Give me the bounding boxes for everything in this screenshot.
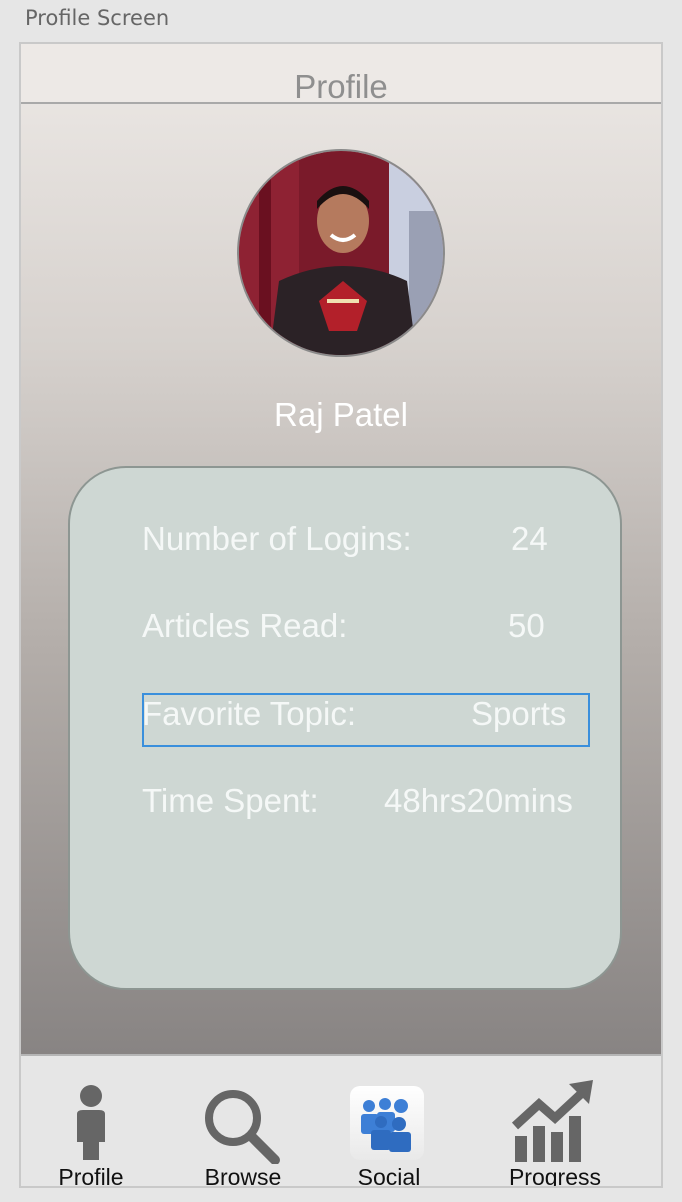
tab-profile[interactable]: Profile (41, 1056, 141, 1188)
person-icon (77, 1085, 105, 1160)
page-title: Profile (294, 68, 388, 105)
tab-label-profile: Profile (58, 1164, 124, 1188)
stat-label-articles: Articles Read: (142, 607, 348, 644)
people-group-icon (361, 1098, 411, 1152)
stat-value-logins: 24 (511, 520, 548, 557)
magnifier-icon (205, 1090, 280, 1164)
tab-bar: Profile Browse Social Progress (21, 1054, 661, 1186)
stat-label-logins: Number of Logins: (142, 520, 412, 557)
tab-progress[interactable]: Progress (497, 1056, 613, 1188)
tab-social[interactable]: Social (339, 1056, 439, 1188)
avatar[interactable] (237, 149, 445, 357)
tab-browse[interactable]: Browse (193, 1056, 293, 1188)
tab-label-browse: Browse (204, 1164, 282, 1188)
user-name: Raj Patel (274, 396, 408, 433)
navigation-bar: Profile (21, 44, 661, 105)
stat-label-time: Time Spent: (142, 782, 319, 819)
window-title: Profile Screen (25, 6, 170, 30)
stats-card: Number of Logins: 24 Articles Read: 50 F… (68, 466, 622, 990)
avatar-photo (239, 151, 443, 355)
tab-label-social: Social (357, 1164, 421, 1188)
stat-value-topic: Sports (471, 695, 567, 732)
stat-value-time: 48hrs20mins (384, 782, 573, 819)
tab-label-progress: Progress (508, 1164, 602, 1188)
growth-chart-icon (511, 1080, 593, 1162)
profile-content: Profile Raj Patel Number of Logins: 24 A… (21, 44, 661, 1054)
phone-screen: Profile Raj Patel Number of Logins: 24 A… (19, 42, 663, 1188)
stat-value-articles: 50 (508, 607, 545, 644)
stat-label-topic: Favorite Topic: (142, 695, 356, 732)
